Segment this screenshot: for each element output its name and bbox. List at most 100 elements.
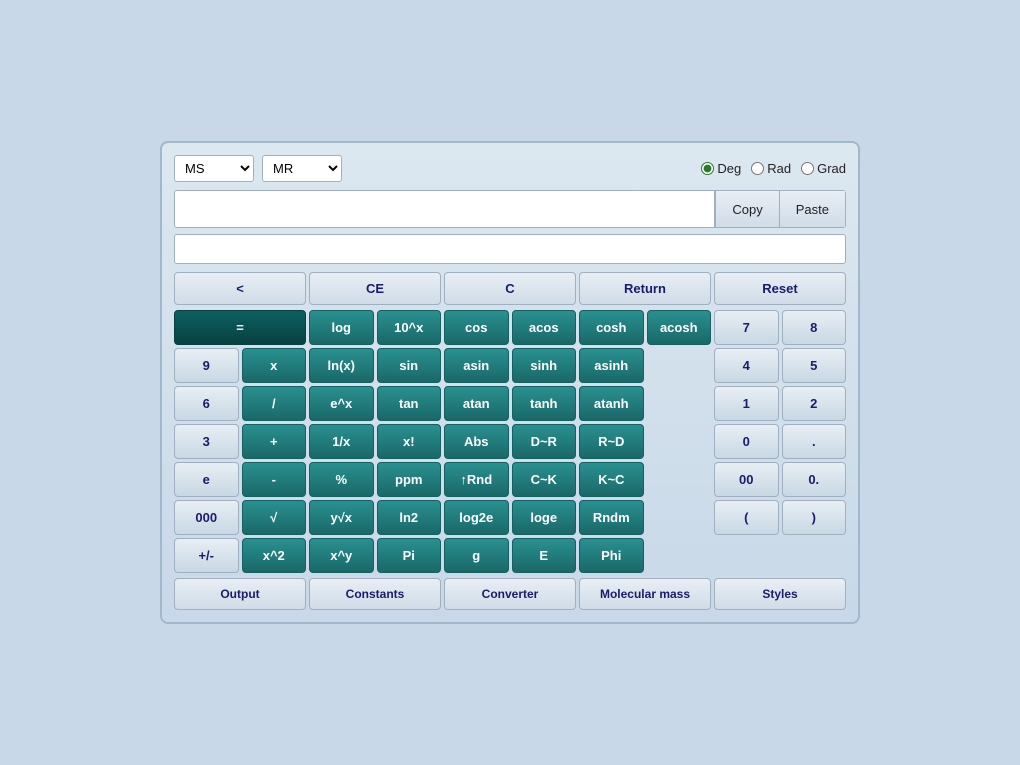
key-E-sci[interactable]: E	[512, 538, 577, 573]
key-asinh[interactable]: asinh	[579, 348, 644, 383]
display-input[interactable]	[175, 191, 714, 227]
key-multiply[interactable]: x	[242, 348, 307, 383]
key-equals[interactable]: =	[174, 310, 306, 345]
control-row: < CE C Return Reset	[174, 272, 846, 305]
tab-constants[interactable]: Constants	[309, 578, 441, 610]
key-e-const[interactable]: e	[174, 462, 239, 497]
key-dot[interactable]: .	[782, 424, 847, 459]
deg-label: Deg	[717, 161, 741, 176]
grad-radio[interactable]	[801, 162, 814, 175]
key-expx[interactable]: e^x	[309, 386, 374, 421]
key-pi[interactable]: Pi	[377, 538, 442, 573]
key-3[interactable]: 3	[174, 424, 239, 459]
key-0[interactable]: 0	[714, 424, 779, 459]
key-plus[interactable]: +	[242, 424, 307, 459]
key-atan[interactable]: atan	[444, 386, 509, 421]
key-ktoc[interactable]: K~C	[579, 462, 644, 497]
tab-styles[interactable]: Styles	[714, 578, 846, 610]
key-00[interactable]: 00	[714, 462, 779, 497]
key-6[interactable]: 6	[174, 386, 239, 421]
empty-3	[647, 424, 712, 459]
rad-label: Rad	[767, 161, 791, 176]
empty-5	[647, 500, 712, 535]
key-reciprocal[interactable]: 1/x	[309, 424, 374, 459]
rad-radio-label[interactable]: Rad	[751, 161, 791, 176]
c-button[interactable]: C	[444, 272, 576, 305]
key-7[interactable]: 7	[714, 310, 779, 345]
key-phi[interactable]: Phi	[579, 538, 644, 573]
key-lnx[interactable]: ln(x)	[309, 348, 374, 383]
key-log2e[interactable]: log2e	[444, 500, 509, 535]
calculator: MS M+ M- MR MC Deg Rad Grad	[160, 141, 860, 624]
empty-4	[647, 462, 712, 497]
key-percent[interactable]: %	[309, 462, 374, 497]
grad-radio-label[interactable]: Grad	[801, 161, 846, 176]
tab-molecular-mass[interactable]: Molecular mass	[579, 578, 711, 610]
key-5[interactable]: 5	[782, 348, 847, 383]
key-atanh[interactable]: atanh	[579, 386, 644, 421]
paste-button[interactable]: Paste	[779, 191, 845, 227]
key-ysqrtx[interactable]: y√x	[309, 500, 374, 535]
reset-button[interactable]: Reset	[714, 272, 846, 305]
key-dtor[interactable]: D~R	[512, 424, 577, 459]
key-asin[interactable]: asin	[444, 348, 509, 383]
key-ctok[interactable]: C~K	[512, 462, 577, 497]
ms-dropdown-wrap: MS M+ M-	[174, 155, 254, 182]
key-divide[interactable]: /	[242, 386, 307, 421]
tab-converter[interactable]: Converter	[444, 578, 576, 610]
bottom-tabs: Output Constants Converter Molecular mas…	[174, 578, 846, 610]
display-area: Copy Paste	[174, 190, 846, 228]
key-sinh[interactable]: sinh	[512, 348, 577, 383]
ce-button[interactable]: CE	[309, 272, 441, 305]
key-round-up[interactable]: ↑Rnd	[444, 462, 509, 497]
key-9[interactable]: 9	[174, 348, 239, 383]
key-abs[interactable]: Abs	[444, 424, 509, 459]
key-2[interactable]: 2	[782, 386, 847, 421]
key-tanh[interactable]: tanh	[512, 386, 577, 421]
key-random[interactable]: Rndm	[579, 500, 644, 535]
key-tan[interactable]: tan	[377, 386, 442, 421]
key-log[interactable]: log	[309, 310, 374, 345]
expression-display	[174, 234, 846, 264]
key-10px[interactable]: 10^x	[377, 310, 442, 345]
key-rtod[interactable]: R~D	[579, 424, 644, 459]
copy-paste-group: Copy Paste	[714, 191, 845, 227]
key-0dot[interactable]: 0.	[782, 462, 847, 497]
key-sqrt[interactable]: √	[242, 500, 307, 535]
return-button[interactable]: Return	[579, 272, 711, 305]
key-ppm[interactable]: ppm	[377, 462, 442, 497]
key-000[interactable]: 000	[174, 500, 239, 535]
grad-label: Grad	[817, 161, 846, 176]
key-4[interactable]: 4	[714, 348, 779, 383]
key-close-paren[interactable]: )	[782, 500, 847, 535]
key-ln2[interactable]: ln2	[377, 500, 442, 535]
key-1[interactable]: 1	[714, 386, 779, 421]
deg-radio-label[interactable]: Deg	[701, 161, 741, 176]
ms-dropdown[interactable]: MS M+ M-	[174, 155, 254, 182]
keypad: = log 10^x cos acos cosh acosh 7 8 9 x l…	[174, 310, 846, 573]
key-factorial[interactable]: x!	[377, 424, 442, 459]
copy-button[interactable]: Copy	[715, 191, 778, 227]
key-minus[interactable]: -	[242, 462, 307, 497]
deg-radio[interactable]	[701, 162, 714, 175]
key-cosh[interactable]: cosh	[579, 310, 644, 345]
rad-radio[interactable]	[751, 162, 764, 175]
mr-dropdown[interactable]: MR MC	[262, 155, 342, 182]
key-8[interactable]: 8	[782, 310, 847, 345]
key-g[interactable]: g	[444, 538, 509, 573]
key-acosh[interactable]: acosh	[647, 310, 712, 345]
key-cos[interactable]: cos	[444, 310, 509, 345]
key-sin[interactable]: sin	[377, 348, 442, 383]
key-negate[interactable]: +/-	[174, 538, 239, 573]
key-acos[interactable]: acos	[512, 310, 577, 345]
key-xpy[interactable]: x^y	[309, 538, 374, 573]
key-xsq[interactable]: x^2	[242, 538, 307, 573]
backspace-button[interactable]: <	[174, 272, 306, 305]
empty-1	[647, 348, 712, 383]
angle-group: Deg Rad Grad	[701, 161, 846, 176]
key-loge[interactable]: loge	[512, 500, 577, 535]
empty-2	[647, 386, 712, 421]
tab-output[interactable]: Output	[174, 578, 306, 610]
mr-dropdown-wrap: MR MC	[262, 155, 342, 182]
key-open-paren[interactable]: (	[714, 500, 779, 535]
